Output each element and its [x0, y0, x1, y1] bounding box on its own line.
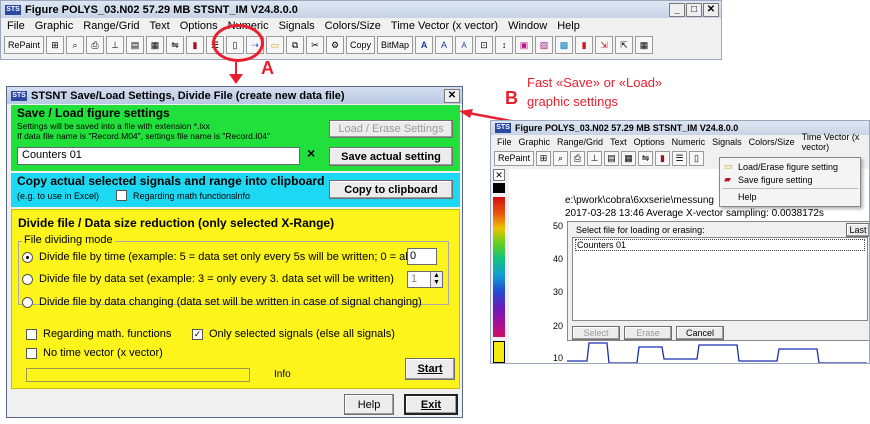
second-menu-graphic[interactable]: Graphic — [519, 137, 551, 147]
second-menu-options[interactable]: Options — [634, 137, 665, 147]
second-list-icon[interactable]: ☰ — [672, 150, 688, 166]
second-table-icon[interactable]: ▤ — [604, 150, 620, 166]
second-bars-icon[interactable]: ▮ — [655, 150, 671, 166]
erase-button[interactable]: Erase — [624, 326, 672, 340]
popup-save-icon: ▰ — [724, 174, 731, 184]
popup-load-erase-item[interactable]: Load/Erase figure setting — [738, 162, 838, 172]
settings-popup-menu: Load/Erase figure setting ▭ Save figure … — [719, 157, 861, 207]
second-menu-text[interactable]: Text — [610, 137, 627, 147]
second-menu-time-vector[interactable]: Time Vector (x vector) — [802, 132, 869, 152]
color-palette-strip[interactable] — [493, 197, 505, 337]
second-signal-icon[interactable]: ⇋ — [638, 150, 654, 166]
second-zoom-icon[interactable]: ⌕ — [553, 150, 569, 166]
second-menu-file[interactable]: File — [497, 137, 512, 147]
second-menu-numeric[interactable]: Numeric — [672, 137, 706, 147]
popup-save-item[interactable]: Save figure setting — [738, 175, 813, 185]
y-tick-10: 10 — [553, 353, 564, 363]
sts-second-logo-icon: STS — [495, 123, 511, 133]
file-select-label: Select file for loading or erasing: — [576, 225, 705, 235]
second-print-icon[interactable]: ⎙ — [570, 150, 586, 166]
popup-load-icon: ▭ — [724, 161, 733, 171]
second-axis-icon[interactable]: ⊥ — [587, 150, 603, 166]
second-menu-colors-size[interactable]: Colors/Size — [749, 137, 795, 147]
close-plot-icon[interactable]: ✕ — [493, 169, 505, 181]
file-list-item[interactable]: Counters 01 — [575, 239, 865, 251]
file-path-text: e:\pwork\cobra\6xxserie\messung — [565, 195, 714, 206]
y-tick-20: 20 — [553, 321, 564, 331]
y-tick-30: 30 — [553, 287, 564, 297]
second-menu-range-grid[interactable]: Range/Grid — [557, 137, 603, 147]
signal-trace-line — [567, 342, 867, 363]
second-window-title: Figure POLYS_03.N02 57.29 MB STSNT_IM V2… — [515, 123, 739, 133]
sampling-stats-text: 2017-03-28 13:46 Average X-vector sampli… — [565, 208, 824, 219]
second-menubar: File Graphic Range/Grid Text Options Num… — [491, 132, 869, 152]
last-button[interactable]: Last — [846, 223, 869, 237]
file-list[interactable]: Counters 01 — [572, 237, 868, 321]
second-doc-icon[interactable]: ▯ — [689, 150, 705, 166]
second-grid-icon[interactable]: ⊞ — [536, 150, 552, 166]
second-menu-signals[interactable]: Signals — [712, 137, 742, 147]
second-repaint-button[interactable]: RePaint — [494, 150, 535, 166]
yellow-swatch[interactable] — [493, 341, 505, 363]
second-window: STS Figure POLYS_03.N02 57.29 MB STSNT_I… — [490, 120, 870, 364]
select-button[interactable]: Select — [572, 326, 620, 340]
arrow-b-head-left — [459, 109, 473, 118]
y-tick-40: 40 — [553, 254, 564, 264]
popup-help-item[interactable]: Help — [738, 192, 757, 202]
file-select-dialog: Select file for loading or erasing: Last… — [567, 221, 869, 341]
cancel-button[interactable]: Cancel — [676, 326, 724, 340]
y-tick-50: 50 — [553, 221, 564, 231]
signal-trace — [567, 342, 867, 363]
popup-divider — [722, 188, 858, 189]
black-swatch[interactable] — [493, 183, 505, 193]
second-chart-icon[interactable]: ▦ — [621, 150, 637, 166]
